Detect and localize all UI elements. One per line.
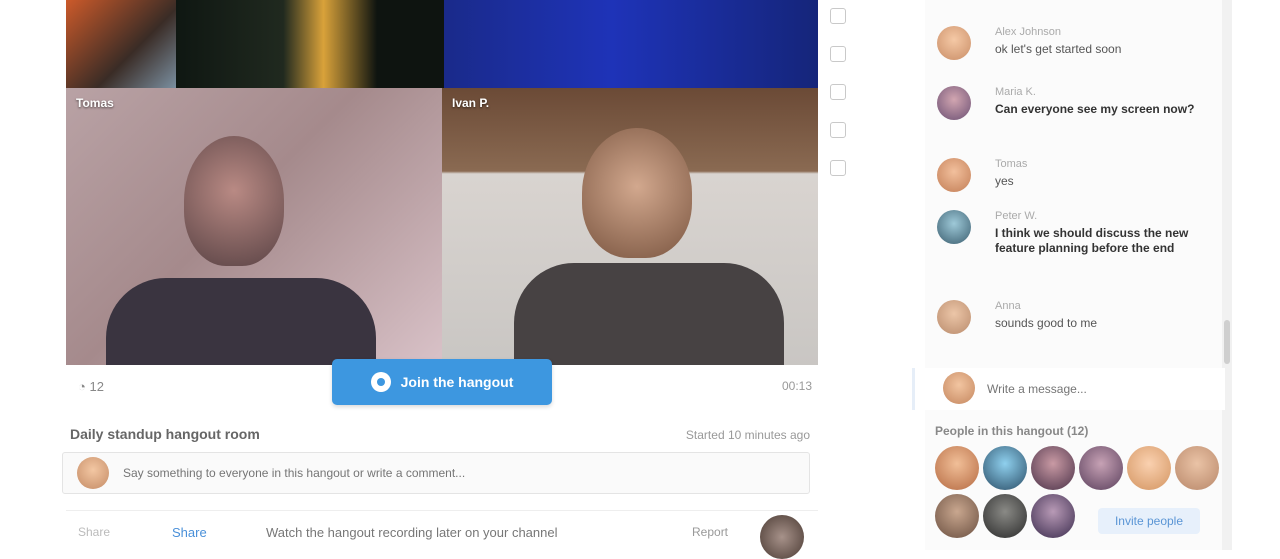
video-tile[interactable] bbox=[66, 0, 176, 88]
chat-composer bbox=[912, 368, 1225, 410]
participant-face bbox=[184, 136, 284, 266]
chat-text: sounds good to me bbox=[995, 316, 1098, 330]
footer-item[interactable]: Share bbox=[78, 525, 110, 539]
avatar bbox=[937, 26, 971, 60]
chat-author: Alex Johnson bbox=[995, 26, 1062, 38]
chat-author: Tomas bbox=[995, 158, 1028, 170]
video-grid: Tomas Ivan P. bbox=[66, 0, 818, 365]
participant-avatar[interactable] bbox=[1031, 446, 1075, 490]
avatar bbox=[760, 515, 804, 559]
video-side-controls bbox=[828, 8, 848, 198]
toolbar-icon[interactable] bbox=[830, 160, 846, 176]
elapsed-timer: 00:13 bbox=[781, 379, 812, 393]
chat-text: ok let's get started soon bbox=[995, 42, 1122, 56]
toolbar-icon[interactable] bbox=[830, 84, 846, 100]
participants-count: 12 bbox=[78, 379, 103, 394]
participant-body bbox=[514, 263, 784, 365]
invite-people-button[interactable]: Invite people bbox=[1098, 508, 1200, 534]
scroll-thumb[interactable] bbox=[1224, 320, 1230, 364]
post-footer: Share Share Watch the hangout recording … bbox=[66, 510, 818, 559]
participant-body bbox=[106, 278, 376, 365]
video-tile[interactable]: Ivan P. bbox=[442, 88, 818, 365]
participant-avatar[interactable] bbox=[1031, 494, 1075, 538]
video-tile[interactable] bbox=[176, 0, 444, 88]
chat-text: I think we should discuss the new featur… bbox=[995, 226, 1189, 255]
join-hangout-button[interactable]: Join the hangout bbox=[332, 359, 552, 405]
participant-avatar[interactable] bbox=[983, 446, 1027, 490]
avatar bbox=[937, 210, 971, 244]
camera-icon bbox=[370, 372, 391, 392]
video-bottom-bar: 12 Join the hangout 00:13 bbox=[66, 359, 818, 415]
participant-avatar[interactable] bbox=[1079, 446, 1123, 490]
comment-box bbox=[62, 452, 810, 494]
participant-name: Ivan P. bbox=[452, 96, 490, 110]
avatar bbox=[77, 457, 109, 489]
chat-author: Maria K. bbox=[995, 86, 1036, 98]
video-tile[interactable] bbox=[444, 0, 818, 88]
participant-face bbox=[582, 128, 692, 258]
join-hangout-label: Join the hangout bbox=[400, 374, 514, 390]
chat-scrollbar[interactable] bbox=[1222, 0, 1232, 550]
participant-avatar[interactable] bbox=[1175, 446, 1219, 490]
recording-note: Watch the hangout recording later on you… bbox=[266, 525, 558, 540]
chat-author: Anna bbox=[995, 300, 1021, 312]
chat-text: yes bbox=[995, 174, 1014, 188]
chat-author: Peter W. bbox=[995, 210, 1038, 222]
video-tile[interactable]: Tomas bbox=[66, 88, 442, 365]
toolbar-icon[interactable] bbox=[830, 8, 846, 24]
avatar bbox=[937, 158, 971, 192]
toolbar-icon[interactable] bbox=[830, 122, 846, 138]
room-meta: Started 10 minutes ago bbox=[685, 428, 810, 442]
participant-avatar[interactable] bbox=[935, 446, 979, 490]
people-title: People in this hangout (12) bbox=[935, 424, 1089, 438]
room-header: Daily standup hangout room Started 10 mi… bbox=[66, 422, 818, 446]
participant-name: Tomas bbox=[76, 96, 114, 110]
avatar bbox=[937, 86, 971, 120]
toolbar-icon[interactable] bbox=[830, 46, 846, 62]
report-link[interactable]: Report bbox=[692, 525, 728, 539]
participant-avatar[interactable] bbox=[983, 494, 1027, 538]
share-link[interactable]: Share bbox=[172, 525, 207, 540]
room-title: Daily standup hangout room bbox=[70, 426, 260, 442]
participant-avatar[interactable] bbox=[935, 494, 979, 538]
chat-input[interactable] bbox=[985, 378, 1209, 400]
avatar bbox=[937, 300, 971, 334]
participant-avatar[interactable] bbox=[1127, 446, 1171, 490]
comment-input[interactable] bbox=[121, 461, 765, 485]
avatar bbox=[943, 372, 975, 404]
chat-text: Can everyone see my screen now? bbox=[995, 102, 1195, 116]
